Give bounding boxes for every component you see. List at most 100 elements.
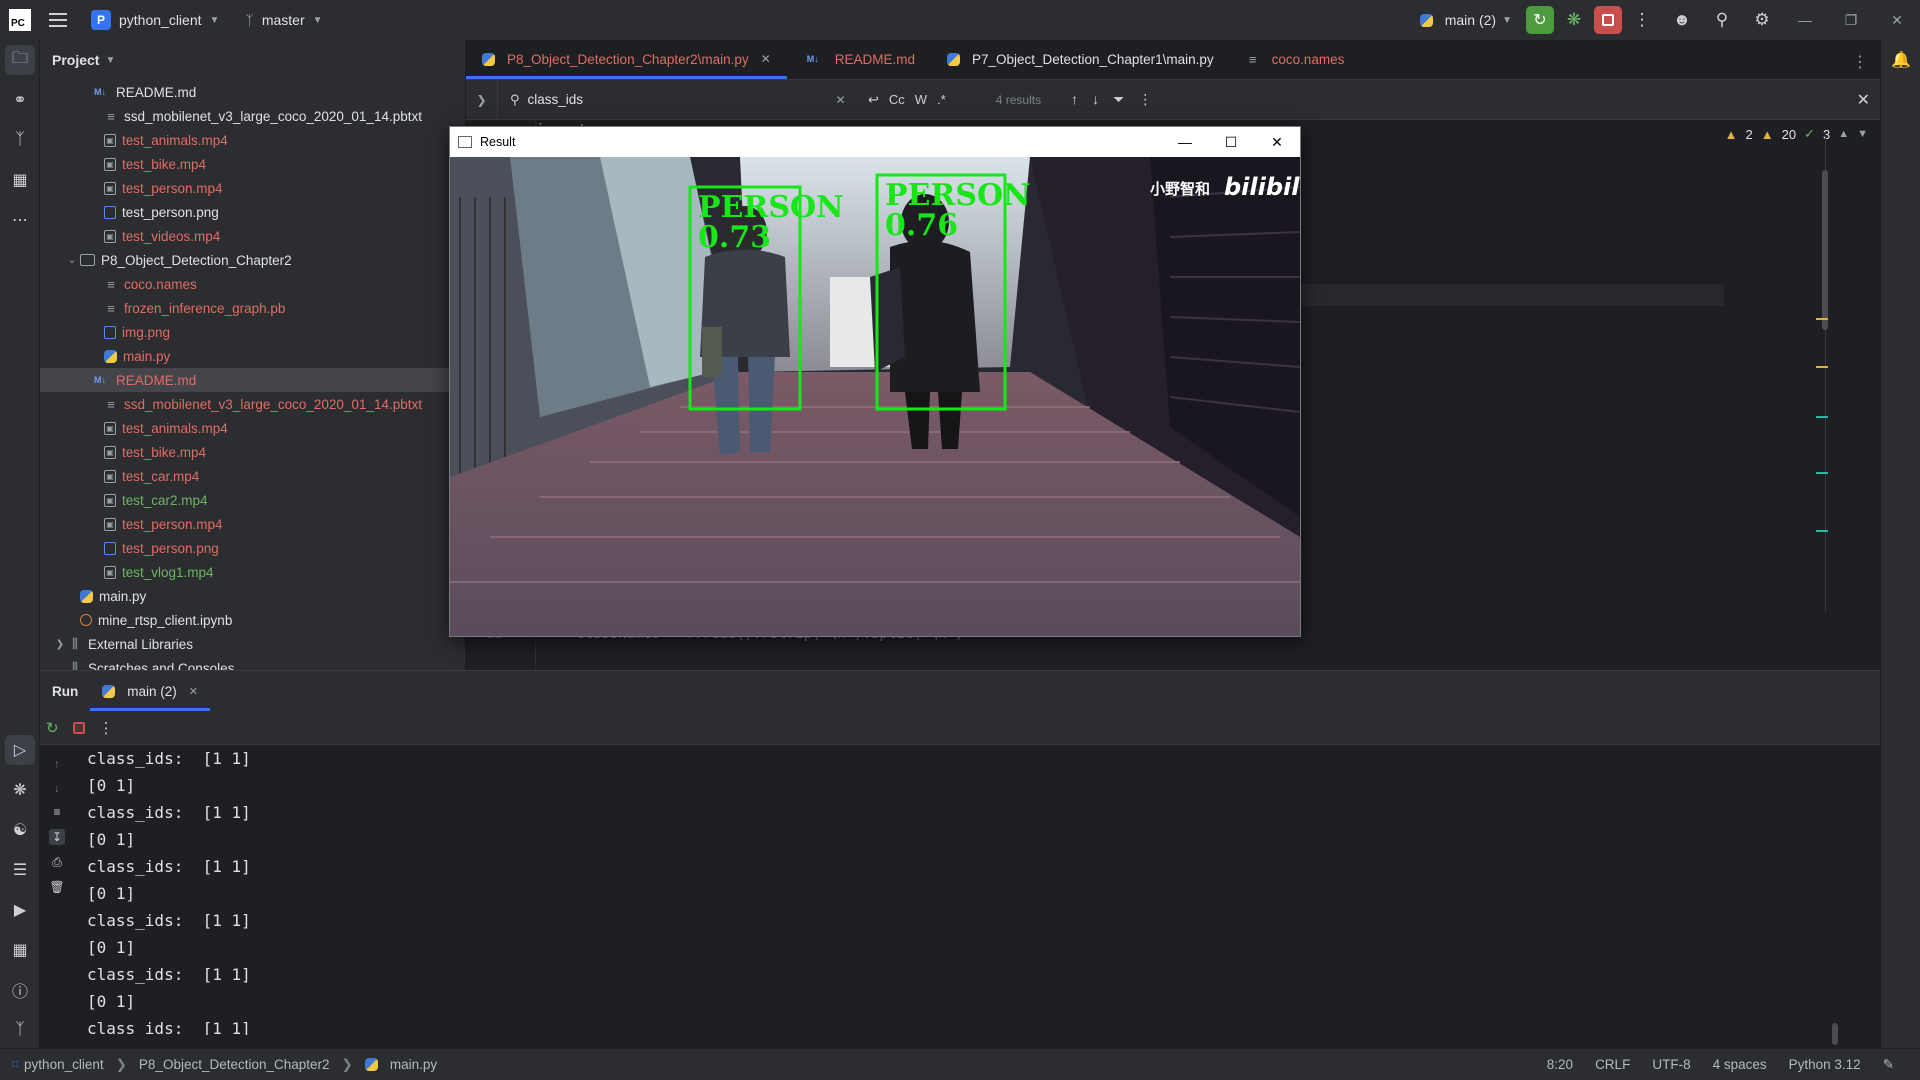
tree-item[interactable]: img.png	[40, 320, 465, 344]
editor-tab[interactable]: P7_Object_Detection_Chapter1\main.py	[931, 39, 1230, 79]
tree-item[interactable]: ▣ test_vlog1.mp4	[40, 560, 465, 584]
commit-tool-icon[interactable]: ⚭	[0, 80, 40, 120]
tab-run-config[interactable]: main (2) ✕	[90, 671, 210, 711]
search-marker[interactable]	[1816, 530, 1828, 532]
warning-marker[interactable]	[1816, 366, 1828, 368]
project-panel-header[interactable]: Project ▼	[40, 40, 465, 80]
prev-highlight-icon[interactable]: ▲	[1838, 128, 1849, 140]
tabs-more-icon[interactable]: ⋮	[1852, 52, 1868, 72]
tree-item[interactable]: ▣ test_animals.mp4	[40, 416, 465, 440]
line-separator[interactable]: CRLF	[1595, 1057, 1630, 1072]
inspections-widget[interactable]: ▲ 2 ▲ 20 ✓ 3 ▲ ▼	[1725, 126, 1868, 142]
tree-item[interactable]: ▣ test_videos.mp4	[40, 224, 465, 248]
new-line-icon[interactable]: ↩	[868, 92, 879, 108]
debug-icon[interactable]: ❋	[1554, 10, 1594, 30]
tree-item[interactable]: ⌄ P8_Object_Detection_Chapter2	[40, 248, 465, 272]
console-scrollbar[interactable]	[1832, 1023, 1838, 1045]
services-icon[interactable]: ▶	[0, 890, 40, 930]
structure-icon[interactable]: ▦	[0, 160, 40, 200]
find-input[interactable]	[527, 92, 828, 107]
expand-replace-icon[interactable]: ❯	[466, 79, 498, 120]
tree-item[interactable]: ❯ ⫼ External Libraries	[40, 632, 465, 656]
terminal-icon[interactable]: ▦	[0, 930, 40, 970]
search-icon[interactable]: ⚲	[1702, 10, 1742, 30]
tree-item[interactable]: ▣ test_car2.mp4	[40, 488, 465, 512]
stop-button[interactable]	[1594, 6, 1622, 34]
main-menu-icon[interactable]	[49, 13, 67, 27]
close-find-icon[interactable]: ✕	[1857, 90, 1870, 110]
git-icon[interactable]: ᛉ	[0, 1010, 40, 1050]
chevron-down-icon[interactable]: ⌄	[64, 255, 80, 266]
trash-icon[interactable]: 🗑	[49, 880, 64, 894]
find-more-icon[interactable]: ⋮	[1138, 91, 1152, 108]
clear-search-icon[interactable]: ✕	[836, 93, 846, 107]
editor-tab[interactable]: M↓ README.md	[787, 39, 931, 79]
tree-item[interactable]: main.py	[40, 584, 465, 608]
code-with-me-icon[interactable]: ☻	[1662, 10, 1702, 30]
problems-icon[interactable]: ⓘ	[0, 970, 40, 1010]
caret-position[interactable]: 8:20	[1547, 1057, 1573, 1072]
whole-word-toggle[interactable]: W	[915, 92, 927, 107]
warning-marker[interactable]	[1816, 318, 1828, 320]
breadcrumb-item[interactable]: python_client	[24, 1057, 104, 1072]
up-arrow-icon[interactable]: ↑	[54, 757, 60, 771]
tree-item[interactable]: ▣ test_animals.mp4	[40, 128, 465, 152]
soft-wrap-icon[interactable]: ≡	[53, 805, 60, 819]
tree-item[interactable]: ≡ ssd_mobilenet_v3_large_coco_2020_01_14.…	[40, 392, 465, 416]
console-output[interactable]: class_ids: [1 1] [0 1] class_ids: [1 1] [0 …	[87, 745, 1787, 1035]
run-config-selector[interactable]: main (2) ▼	[1419, 12, 1512, 28]
stop-icon[interactable]	[72, 721, 85, 734]
search-marker[interactable]	[1816, 472, 1828, 474]
previous-occurrence-icon[interactable]: ↑	[1071, 91, 1078, 108]
tree-item[interactable]: ▣ test_person.mp4	[40, 512, 465, 536]
editor-tab[interactable]: ≡ coco.names	[1230, 39, 1361, 79]
close-window-button[interactable]: ✕	[1254, 134, 1300, 151]
close-window-button[interactable]: ✕	[1874, 12, 1920, 29]
tree-item[interactable]: ≡ ssd_mobilenet_v3_large_coco_2020_01_14.…	[40, 104, 465, 128]
result-window-titlebar[interactable]: Result — ☐ ✕	[450, 127, 1300, 157]
rerun-button[interactable]: ↻	[1526, 6, 1554, 34]
tree-item[interactable]: test_person.png	[40, 200, 465, 224]
lock-icon[interactable]: ✎	[1883, 1057, 1894, 1073]
filter-icon[interactable]: ⏷	[1113, 91, 1124, 108]
tree-item[interactable]: mine_rtsp_client.ipynb	[40, 608, 465, 632]
editor-tab[interactable]: P8_Object_Detection_Chapter2\main.py ✕	[466, 39, 787, 79]
close-tab-icon[interactable]: ✕	[761, 52, 771, 66]
python-interpreter[interactable]: Python 3.12	[1789, 1057, 1861, 1072]
rerun-icon[interactable]: ↻	[46, 719, 59, 737]
pull-requests-icon[interactable]: ᛉ	[0, 120, 40, 160]
tree-item[interactable]: ≡ coco.names	[40, 272, 465, 296]
next-highlight-icon[interactable]: ▼	[1857, 128, 1868, 140]
maximize-window-button[interactable]: ☐	[1208, 134, 1254, 151]
print-icon[interactable]: ⎙	[52, 855, 62, 870]
file-encoding[interactable]: UTF-8	[1652, 1057, 1690, 1072]
breadcrumb-item[interactable]: P8_Object_Detection_Chapter2	[139, 1057, 330, 1072]
tree-item[interactable]: ≡ frozen_inference_graph.pb	[40, 296, 465, 320]
tree-item[interactable]: test_person.png	[40, 536, 465, 560]
chevron-right-icon[interactable]: ❯	[52, 639, 68, 650]
more-tools-icon[interactable]: ⋯	[0, 200, 40, 240]
project-selector[interactable]: P python_client ▼	[91, 10, 219, 30]
minimize-window-button[interactable]: —	[1162, 134, 1208, 151]
scroll-to-end-icon[interactable]: ↧	[48, 829, 66, 845]
indent-setting[interactable]: 4 spaces	[1713, 1057, 1767, 1072]
tree-item[interactable]: main.py	[40, 344, 465, 368]
match-case-toggle[interactable]: Cc	[889, 92, 905, 107]
close-tab-icon[interactable]: ✕	[189, 685, 198, 698]
restore-window-button[interactable]: ❐	[1828, 12, 1874, 29]
search-marker[interactable]	[1816, 416, 1828, 418]
down-arrow-icon[interactable]: ↓	[54, 781, 60, 795]
more-actions-icon[interactable]: ⋮	[1622, 10, 1662, 30]
next-occurrence-icon[interactable]: ↓	[1092, 91, 1099, 108]
layers-icon[interactable]: ☰	[0, 850, 40, 890]
editor-scrollbar[interactable]	[1822, 170, 1828, 330]
tree-item[interactable]: M↓ README.md	[40, 368, 465, 392]
tree-item[interactable]: ▣ test_bike.mp4	[40, 440, 465, 464]
breadcrumb-item[interactable]: main.py	[390, 1057, 437, 1072]
python-console-icon[interactable]: ☯	[0, 810, 40, 850]
regex-toggle[interactable]: .*	[937, 92, 946, 107]
notifications-bell-icon[interactable]: 🔔	[1881, 40, 1920, 80]
tree-item[interactable]: ▣ test_car.mp4	[40, 464, 465, 488]
project-tool-icon[interactable]: 🗀	[5, 45, 35, 75]
run-tool-icon[interactable]: ▷	[5, 735, 35, 765]
